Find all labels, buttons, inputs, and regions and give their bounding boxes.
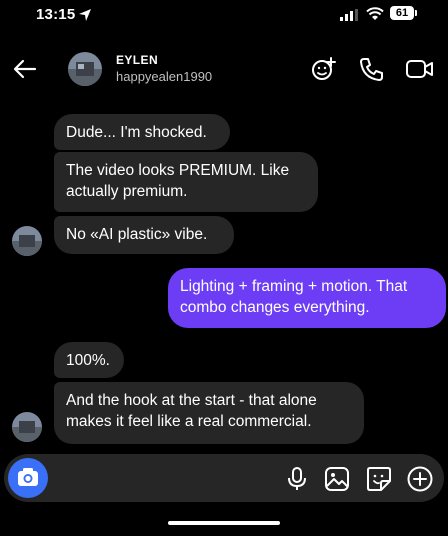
back-button[interactable] bbox=[10, 54, 40, 84]
arrow-left-icon bbox=[13, 59, 37, 79]
camera-icon bbox=[18, 468, 38, 486]
audio-call-button[interactable] bbox=[358, 55, 386, 88]
image-icon bbox=[325, 467, 349, 491]
battery-tip bbox=[415, 10, 417, 16]
sticker-button[interactable] bbox=[366, 466, 392, 497]
location-arrow-icon bbox=[78, 8, 92, 27]
more-options-button[interactable] bbox=[406, 465, 434, 498]
contact-username[interactable]: happyealen1990 bbox=[116, 69, 212, 84]
message-avatar[interactable] bbox=[12, 226, 42, 256]
message-bubble[interactable]: 100%. bbox=[54, 342, 124, 378]
status-bar: 13:15 61 bbox=[0, 0, 448, 30]
message-avatar[interactable] bbox=[12, 412, 42, 442]
microphone-icon bbox=[288, 467, 306, 490]
message-bubble[interactable]: Dude... I'm shocked. bbox=[54, 114, 230, 150]
video-camera-icon bbox=[406, 60, 433, 78]
plus-circle-icon bbox=[407, 466, 433, 492]
message-bubble[interactable]: The video looks PREMIUM. Like actually p… bbox=[54, 152, 318, 212]
header-avatar[interactable] bbox=[68, 52, 102, 86]
effects-button[interactable] bbox=[310, 55, 338, 88]
message-input[interactable] bbox=[58, 462, 262, 496]
message-composer bbox=[4, 454, 444, 502]
home-indicator[interactable] bbox=[168, 521, 280, 525]
video-call-button[interactable] bbox=[404, 55, 436, 88]
contact-name[interactable]: EYLEN bbox=[116, 53, 158, 67]
phone-icon bbox=[360, 58, 383, 81]
effects-face-icon bbox=[312, 57, 336, 80]
microphone-button[interactable] bbox=[285, 466, 309, 497]
message-bubble[interactable]: No «AI plastic» vibe. bbox=[54, 216, 234, 254]
gallery-button[interactable] bbox=[324, 466, 350, 497]
message-bubble[interactable]: And the hook at the start - that alone m… bbox=[54, 382, 364, 444]
sticker-icon bbox=[367, 467, 391, 491]
message-bubble[interactable]: Lighting + framing + motion. That combo … bbox=[168, 268, 446, 328]
wifi-icon bbox=[366, 7, 384, 26]
status-time: 13:15 bbox=[36, 6, 76, 23]
camera-button[interactable] bbox=[8, 458, 48, 498]
battery-indicator: 61 bbox=[390, 6, 414, 20]
signal-icon bbox=[340, 8, 360, 26]
chat-header: EYLEN happyealen1990 bbox=[0, 40, 448, 98]
